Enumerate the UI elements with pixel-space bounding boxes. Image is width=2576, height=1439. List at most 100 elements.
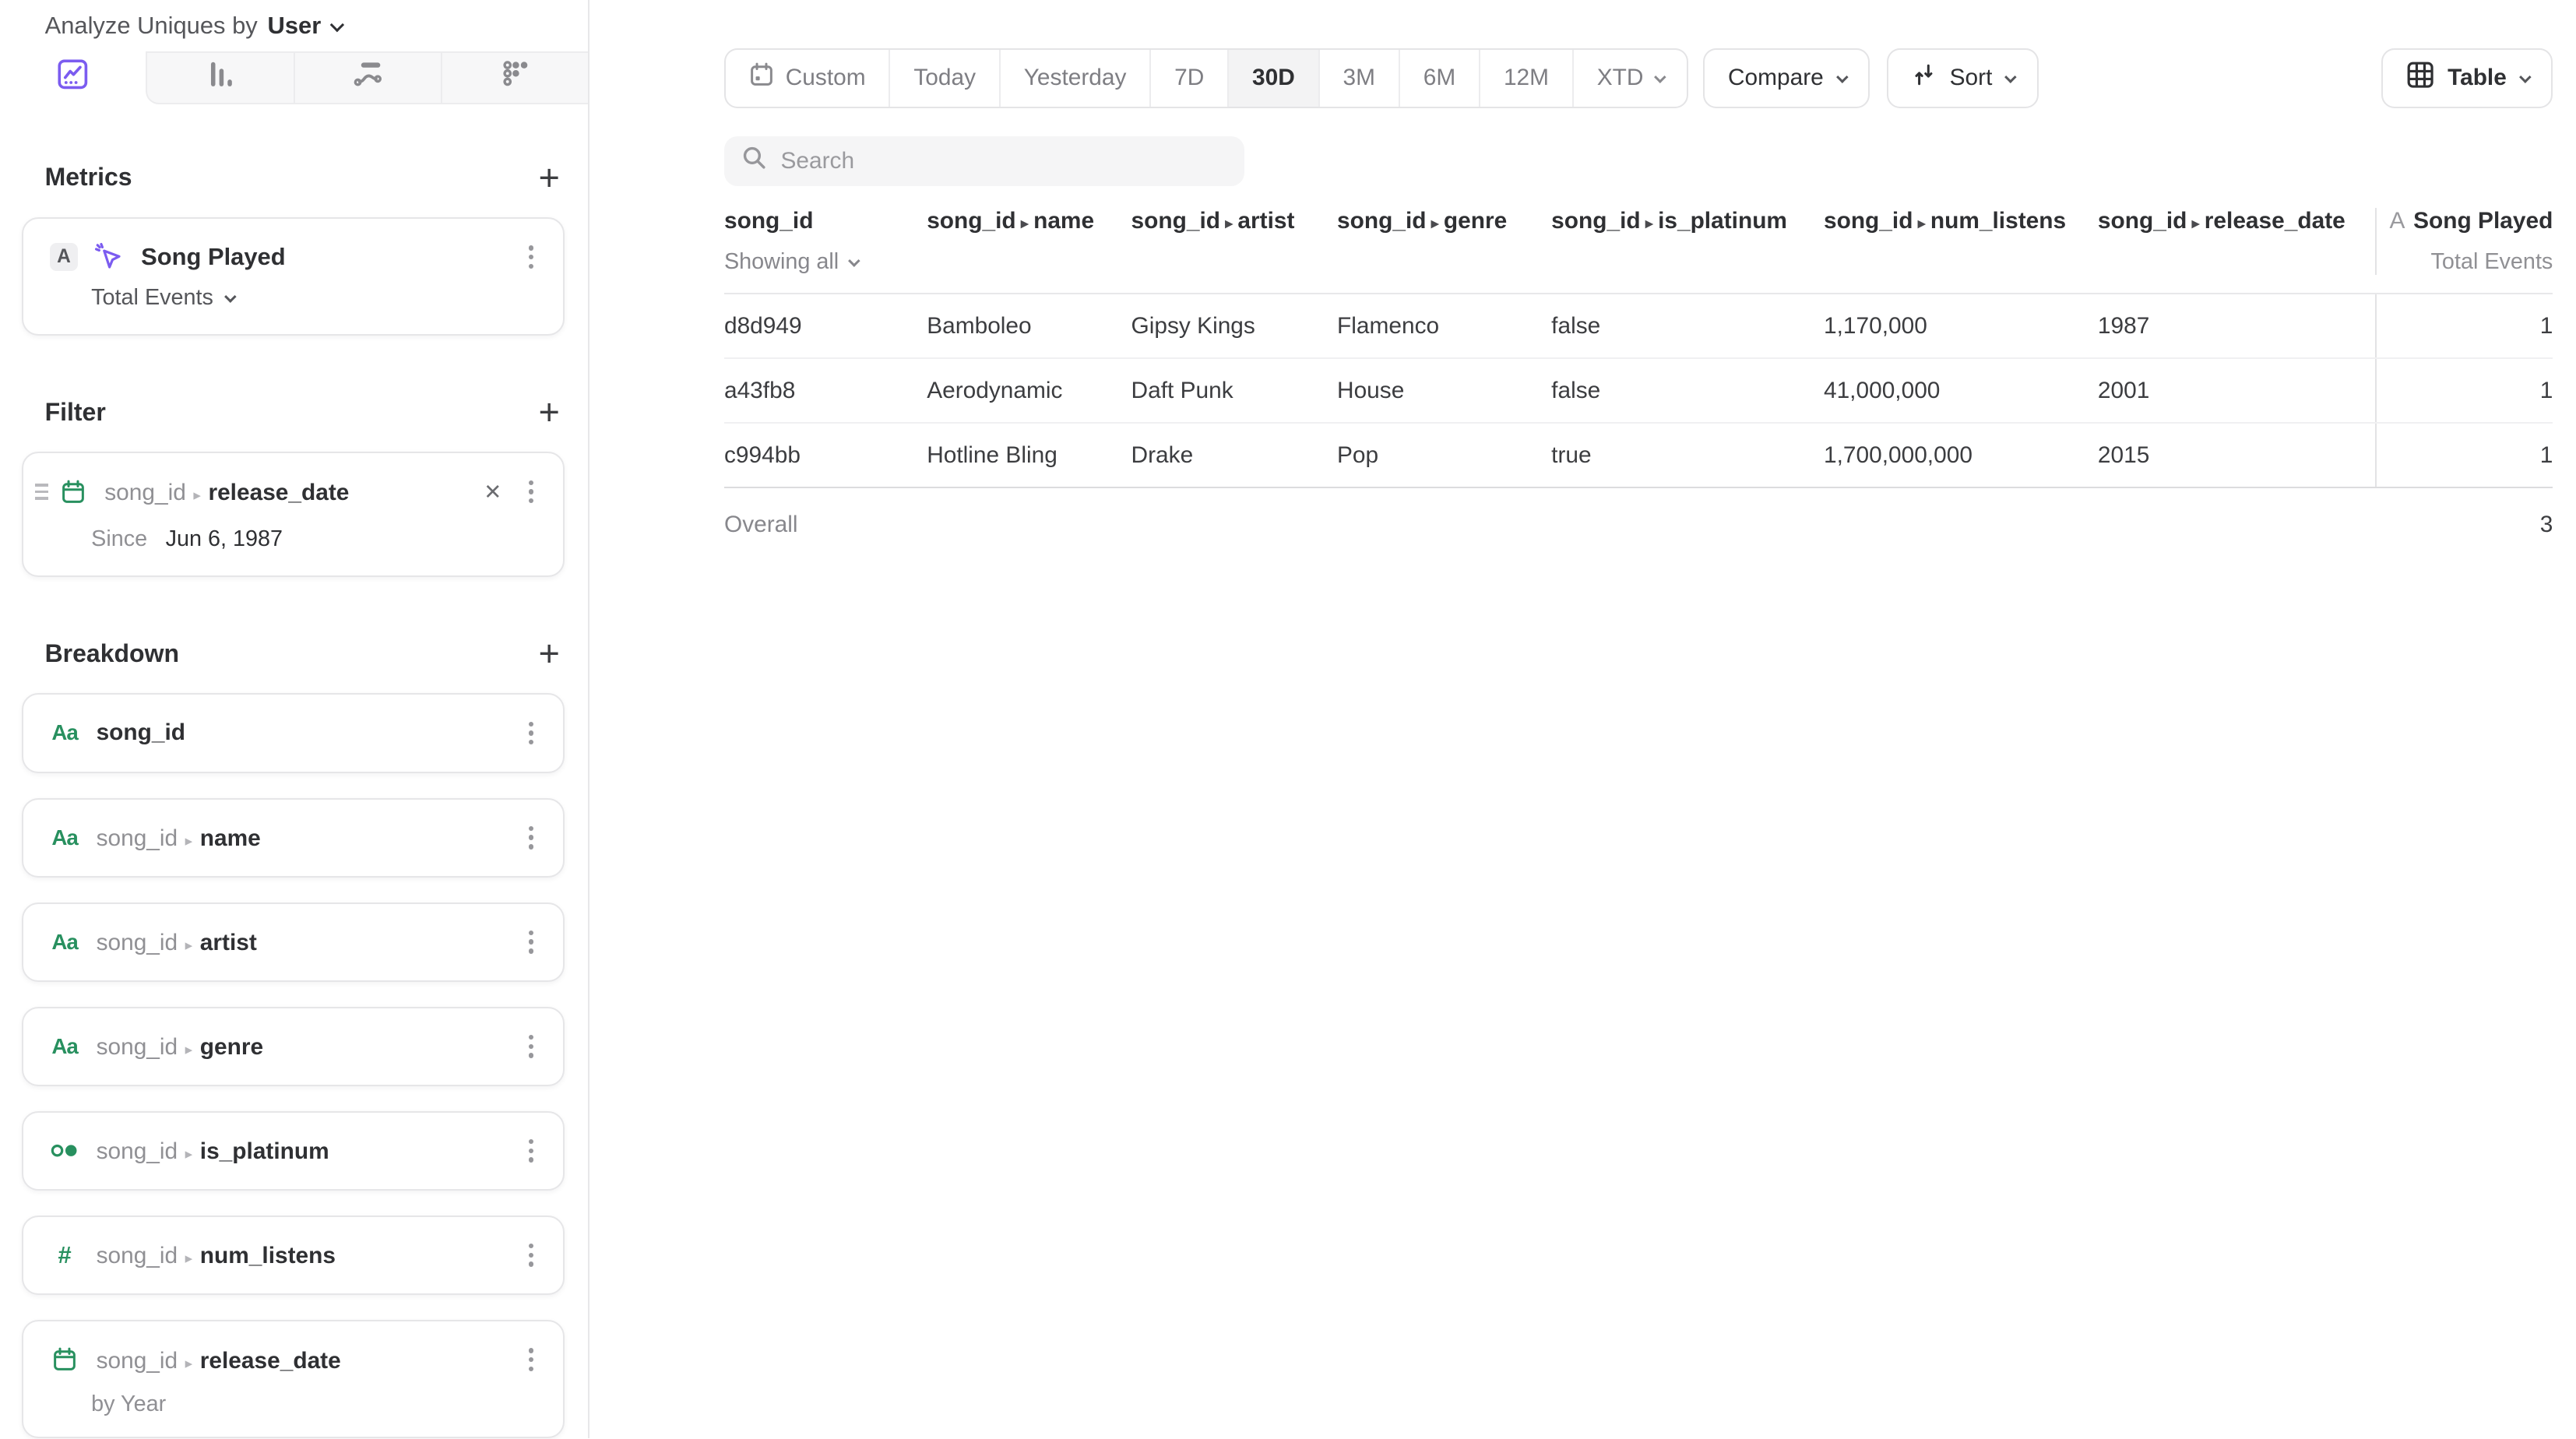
breakdown-card[interactable]: song_id ▸ is_platinum — [22, 1111, 565, 1191]
table-row[interactable]: a43fb8 Aerodynamic Daft Punk House false… — [724, 359, 2553, 424]
insights-report: Analyze Uniques by User — [0, 0, 2576, 1438]
breakdown-property: song_id ▸ release_date — [97, 1345, 341, 1375]
range-yesterday[interactable]: Yesterday — [999, 50, 1149, 107]
filter-condition[interactable]: Since Jun 6, 1987 — [50, 526, 537, 575]
metric-aggregation-selector[interactable]: Total Events — [50, 285, 537, 334]
add-filter-button[interactable]: + — [539, 397, 560, 427]
breakdown-card[interactable]: Aa song_id ▸ genre — [22, 1007, 565, 1086]
breakdown-property: song_id ▸ genre — [97, 1031, 264, 1061]
tab-insights[interactable] — [0, 51, 146, 104]
range-6m[interactable]: 6M — [1399, 50, 1479, 107]
overall-value: 3 — [2375, 488, 2570, 561]
report-main: Custom Today Yesterday 7D 30D 3M 6M 12M … — [589, 0, 2576, 1438]
drag-handle-icon[interactable] — [35, 484, 48, 499]
table-search[interactable] — [724, 136, 1244, 186]
visualization-tabstrip — [0, 51, 588, 104]
breakdown-property-name: song_id — [97, 720, 185, 746]
tab-bar-chart[interactable] — [146, 51, 293, 104]
column-header-release-date[interactable]: song_id▸release_date — [2098, 208, 2375, 275]
caret-right-icon: ▸ — [185, 833, 193, 850]
calendar-icon — [749, 62, 774, 93]
caret-right-icon: ▸ — [1431, 216, 1439, 232]
breakdown-more-menu[interactable] — [525, 1342, 537, 1378]
search-input[interactable] — [780, 148, 1227, 174]
breakdown-more-menu[interactable] — [525, 715, 537, 751]
remove-filter-button[interactable]: ✕ — [480, 476, 505, 508]
tab-retention[interactable] — [441, 51, 588, 104]
metric-letter-badge: A — [50, 243, 78, 271]
metric-more-menu[interactable] — [525, 239, 537, 276]
filter-operator: Since — [91, 526, 147, 552]
chevron-down-icon — [224, 291, 236, 303]
column-header-num-listens[interactable]: song_id▸num_listens — [1824, 208, 2098, 275]
breakdown-more-menu[interactable] — [525, 1132, 537, 1169]
caret-right-icon: ▸ — [193, 487, 201, 504]
column-header-is-platinum[interactable]: song_id▸is_platinum — [1551, 208, 1824, 275]
filter-value: Jun 6, 1987 — [166, 526, 283, 552]
showing-all-selector[interactable]: Showing all — [724, 249, 910, 275]
entity-selector[interactable]: User — [268, 12, 341, 40]
column-header-song-id[interactable]: song_id Showing all — [724, 208, 927, 275]
column-header-artist[interactable]: song_id▸artist — [1131, 208, 1337, 275]
breakdown-card[interactable]: # song_id ▸ num_listens — [22, 1216, 565, 1295]
breakdown-more-menu[interactable] — [525, 1028, 537, 1064]
text-type-icon: Aa — [50, 720, 79, 745]
breakdown-card[interactable]: Aa song_id — [22, 693, 565, 772]
breakdown-card[interactable]: Aa song_id ▸ artist — [22, 902, 565, 982]
breakdown-more-menu[interactable] — [525, 819, 537, 856]
add-metric-button[interactable]: + — [539, 163, 560, 192]
table-row[interactable]: d8d949 Bamboleo Gipsy Kings Flamenco fal… — [724, 294, 2553, 359]
table-row[interactable]: c994bb Hotline Bling Drake Pop true 1,70… — [724, 424, 2553, 488]
breakdown-bucket-selector[interactable]: by Year — [50, 1392, 537, 1417]
breakdown-card[interactable]: Aa song_id ▸ name — [22, 798, 565, 878]
range-today[interactable]: Today — [889, 50, 998, 107]
caret-right-icon: ▸ — [185, 1251, 193, 1267]
filter-more-menu[interactable] — [525, 473, 537, 510]
range-3m[interactable]: 3M — [1318, 50, 1399, 107]
breakdown-card[interactable]: song_id ▸ release_date by Year — [22, 1320, 565, 1438]
breakdown-title: Breakdown — [45, 639, 179, 668]
range-12m[interactable]: 12M — [1479, 50, 1572, 107]
metric-card[interactable]: A Song Played Total Events — [22, 217, 565, 336]
tab-flows[interactable] — [294, 51, 441, 104]
range-xtd[interactable]: XTD — [1572, 50, 1687, 107]
column-header-name[interactable]: song_id▸name — [927, 208, 1131, 275]
analyze-header: Analyze Uniques by User — [0, 0, 588, 51]
chart-type-button[interactable]: Table — [2381, 48, 2553, 108]
caret-right-icon: ▸ — [1645, 216, 1653, 232]
breakdown-property: song_id ▸ name — [97, 822, 261, 853]
metric-value: 1 — [2375, 294, 2570, 357]
chevron-down-icon — [1836, 71, 1848, 83]
filter-property: song_id ▸ release_date — [104, 477, 349, 507]
column-header-metric[interactable]: ASong Played Total Events — [2375, 208, 2570, 275]
add-breakdown-button[interactable]: + — [539, 639, 560, 668]
compare-button[interactable]: Compare — [1703, 48, 1870, 108]
number-type-icon: # — [50, 1241, 79, 1269]
range-custom[interactable]: Custom — [726, 50, 889, 107]
bar-chart-icon — [204, 58, 238, 98]
breakdown-property: song_id ▸ artist — [97, 927, 257, 957]
breakdown-section-header: Breakdown + — [22, 639, 565, 668]
text-type-icon: Aa — [50, 930, 79, 955]
table-header-row: song_id Showing all song_id▸name song_id… — [724, 208, 2553, 295]
filter-card[interactable]: song_id ▸ release_date ✕ Since Jun 6, 19… — [22, 452, 565, 577]
filter-card-main: song_id ▸ release_date ✕ — [50, 453, 537, 530]
caret-right-icon: ▸ — [185, 1042, 193, 1058]
range-30d[interactable]: 30D — [1227, 50, 1318, 107]
chevron-down-icon — [330, 18, 344, 32]
breakdown-more-menu[interactable] — [525, 1237, 537, 1274]
metrics-section-header: Metrics + — [22, 163, 565, 192]
search-icon — [741, 144, 767, 178]
table-grid-icon — [2406, 61, 2434, 95]
chevron-down-icon — [848, 255, 860, 266]
caret-right-icon: ▸ — [185, 938, 193, 954]
sort-button[interactable]: Sort — [1887, 48, 2039, 108]
retention-dots-icon — [498, 58, 532, 98]
breakdown-more-menu[interactable] — [525, 924, 537, 960]
breakdown-property: song_id ▸ num_listens — [97, 1240, 336, 1270]
text-type-icon: Aa — [50, 1034, 79, 1059]
overall-label: Overall — [724, 488, 927, 561]
column-header-genre[interactable]: song_id▸genre — [1337, 208, 1551, 275]
breakdown-property: song_id ▸ is_platinum — [97, 1135, 329, 1166]
range-7d[interactable]: 7D — [1149, 50, 1227, 107]
